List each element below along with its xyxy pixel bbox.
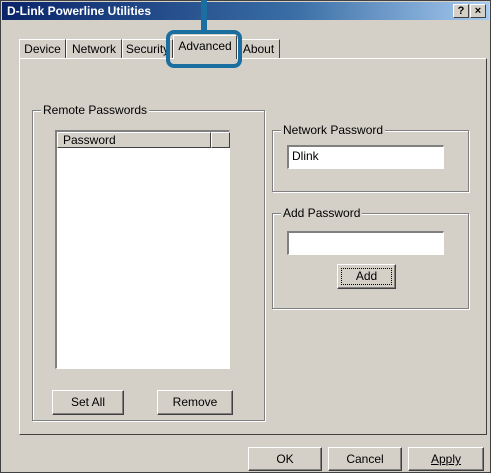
remote-passwords-label: Remote Passwords	[41, 103, 150, 117]
title-bar[interactable]: D-Link Powerline Utilities ? ×	[2, 2, 489, 20]
tab-about[interactable]: About	[237, 39, 280, 58]
add-button[interactable]: Add	[337, 264, 396, 289]
add-password-input[interactable]	[287, 231, 444, 255]
dialog-window: D-Link Powerline Utilities ? × Device Ne…	[0, 0, 491, 473]
apply-button[interactable]: Apply	[408, 447, 484, 471]
tab-device[interactable]: Device	[19, 39, 66, 58]
help-button[interactable]: ?	[453, 4, 469, 18]
set-all-button[interactable]: Set All	[52, 390, 124, 415]
list-header-spacer	[211, 132, 230, 148]
tab-network[interactable]: Network	[66, 39, 122, 58]
window-title: D-Link Powerline Utilities	[7, 4, 152, 18]
advanced-tab-highlight	[166, 30, 242, 68]
cancel-button[interactable]: Cancel	[328, 447, 402, 471]
advanced-tab-panel: Remote Passwords Password Network Passwo…	[19, 58, 487, 435]
ok-button[interactable]: OK	[248, 447, 322, 471]
password-column-header[interactable]: Password	[57, 132, 211, 148]
network-password-input[interactable]: Dlink	[287, 145, 444, 169]
remote-passwords-group: Remote Passwords Password	[32, 103, 265, 421]
remove-button[interactable]: Remove	[157, 390, 233, 415]
network-password-label: Network Password	[281, 123, 386, 137]
close-button[interactable]: ×	[470, 4, 486, 18]
callout-pointer	[201, 0, 207, 31]
network-password-group: Network Password Dlink	[272, 123, 469, 192]
add-password-label: Add Password	[281, 206, 363, 220]
password-list[interactable]: Password	[55, 130, 230, 369]
add-password-group: Add Password Add	[272, 206, 469, 309]
